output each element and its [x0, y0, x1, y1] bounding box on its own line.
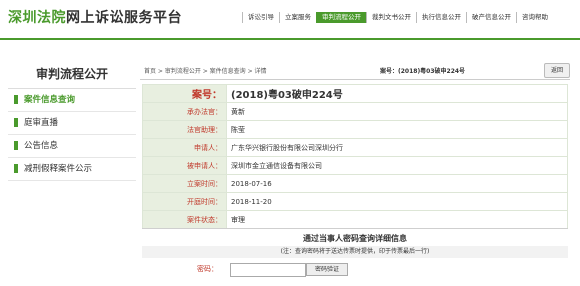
nav-enforcement[interactable]: 执行信息公开: [416, 12, 466, 23]
password-label: 密码：: [197, 265, 218, 273]
field-label: 立案时间：: [142, 174, 227, 193]
nav-litigation-guide[interactable]: 诉讼引导: [242, 12, 279, 23]
sidebar-item-label: 减刑假释案件公示: [24, 164, 93, 174]
sidebar-item-commutation[interactable]: 减刑假释案件公示: [8, 158, 136, 181]
table-row: 案件状态： 审理: [142, 210, 568, 229]
bullet-icon: [14, 118, 18, 127]
logo-part-platform: 网上诉讼服务平台: [66, 10, 182, 26]
sidebar-item-announcements[interactable]: 公告信息: [8, 135, 136, 158]
password-input[interactable]: [230, 263, 306, 277]
breadcrumb[interactable]: 首页 > 审判流程公开 > 案件信息查询 > 详情: [144, 66, 267, 75]
nav-trial-process[interactable]: 审判流程公开: [316, 12, 366, 23]
back-button[interactable]: 返回: [544, 63, 570, 78]
field-label: 案件状态：: [142, 210, 227, 229]
sidebar-title: 审判流程公开: [8, 60, 136, 89]
table-row: 被申请人： 深圳市金立通信设备有限公司: [142, 156, 568, 175]
site-logo[interactable]: 深圳法院网上诉讼服务平台: [8, 7, 182, 27]
hearing-date-value: 2018-11-20: [226, 192, 568, 211]
table-row: 承办法官： 黄新: [142, 102, 568, 121]
site-header: 深圳法院网上诉讼服务平台 诉讼引导 立案服务 审判流程公开 裁判文书公开 执行信…: [0, 0, 580, 38]
filing-date-value: 2018-07-16: [226, 174, 568, 193]
nav-bankruptcy[interactable]: 破产信息公开: [466, 12, 516, 23]
sidebar-item-live-trial[interactable]: 庭审直播: [8, 112, 136, 135]
field-label: 案号：: [142, 84, 227, 103]
table-row: 立案时间： 2018-07-16: [142, 174, 568, 193]
bullet-icon: [14, 95, 18, 104]
applicant-value: 广东华兴银行股份有限公司深圳分行: [226, 138, 568, 157]
table-row: 法官助理： 陈莹: [142, 120, 568, 139]
field-label: 被申请人：: [142, 156, 227, 175]
case-detail-table: 案号： (2018)粤03破申224号 承办法官： 黄新 法官助理： 陈莹 申请…: [142, 84, 568, 229]
breadcrumb-bar: 首页 > 审判流程公开 > 案件信息查询 > 详情 案号：(2018)粤03破申…: [140, 63, 570, 80]
password-section-title: 通过当事人密码查询详细信息: [142, 228, 568, 247]
table-row: 开庭时间： 2018-11-20: [142, 192, 568, 211]
table-row: 案号： (2018)粤03破申224号: [142, 84, 568, 103]
case-number-header: 案号：(2018)粤03破申224号: [380, 68, 466, 75]
field-label: 法官助理：: [142, 120, 227, 139]
respondent-value: 深圳市金立通信设备有限公司: [226, 156, 568, 175]
nav-judgments[interactable]: 裁判文书公开: [366, 12, 416, 23]
case-number-value: (2018)粤03破申224号: [226, 84, 568, 103]
nav-help[interactable]: 咨询帮助: [516, 12, 553, 23]
verify-password-button[interactable]: 密码验证: [306, 263, 348, 276]
top-nav: 诉讼引导 立案服务 审判流程公开 裁判文书公开 执行信息公开 破产信息公开 咨询…: [242, 12, 553, 23]
bullet-icon: [14, 164, 18, 173]
sidebar-item-case-query[interactable]: 案件信息查询: [8, 89, 136, 112]
sidebar-item-label: 庭审直播: [24, 118, 59, 128]
password-row: 密码： 密码验证: [142, 262, 568, 278]
header-divider: [0, 38, 580, 40]
judge-value: 黄新: [226, 102, 568, 121]
case-status-value: 审理: [226, 210, 568, 229]
bullet-icon: [14, 141, 18, 150]
sidebar-item-label: 案件信息查询: [24, 95, 76, 105]
table-row: 申请人： 广东华兴银行股份有限公司深圳分行: [142, 138, 568, 157]
field-label: 开庭时间：: [142, 192, 227, 211]
field-label: 申请人：: [142, 138, 227, 157]
assistant-value: 陈莹: [226, 120, 568, 139]
sidebar-item-label: 公告信息: [24, 141, 59, 151]
password-note: (注：查询密码将于送达传票时提供，印于传票最后一行): [142, 246, 568, 258]
field-label: 承办法官：: [142, 102, 227, 121]
nav-filing-service[interactable]: 立案服务: [279, 12, 316, 23]
logo-part-court: 深圳法院: [8, 10, 66, 26]
